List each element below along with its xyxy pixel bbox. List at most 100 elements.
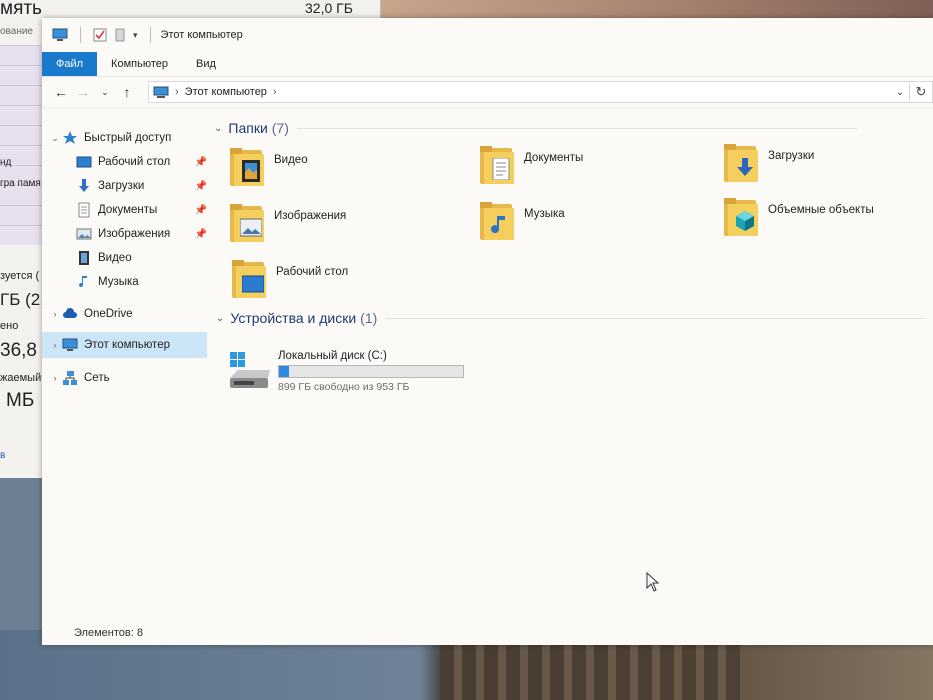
expand-chevron-icon[interactable]: › <box>48 309 62 319</box>
status-bar-item-count: Элементов: 8 <box>74 627 143 639</box>
refresh-button[interactable]: ↻ <box>910 81 933 103</box>
folder-name: Загрузки <box>768 150 815 162</box>
recent-locations-chevron-icon[interactable]: ⌄ <box>94 87 116 98</box>
downloads-icon <box>724 144 760 184</box>
sidebar-item-label: Сеть <box>84 372 110 384</box>
download-arrow-icon <box>79 179 89 192</box>
sidebar-item-documents[interactable]: Документы 📌 <box>42 198 207 222</box>
document-icon <box>78 202 90 218</box>
group-title: Папки <box>228 120 268 136</box>
sidebar-item-label: Рабочий стол <box>98 156 171 168</box>
sidebar-item-music[interactable]: Музыка <box>42 270 207 294</box>
taskmgr-text: МБ <box>6 390 35 411</box>
folder-item[interactable]: Документы <box>480 146 583 186</box>
forward-arrow-icon[interactable]: → <box>72 84 94 100</box>
breadcrumb[interactable]: Этот компьютер <box>185 86 267 98</box>
sidebar-item-downloads[interactable]: Загрузки 📌 <box>42 174 207 198</box>
folder-name: Видео <box>274 154 308 166</box>
ribbon-tabs: Файл Компьютер Вид <box>42 52 933 77</box>
expand-chevron-icon[interactable]: › <box>48 340 62 350</box>
sidebar-item-onedrive[interactable]: › OneDrive <box>42 302 207 326</box>
sidebar-item-desktop[interactable]: Рабочий стол 📌 <box>42 150 207 174</box>
taskmgr-text: жаемый <box>0 372 42 384</box>
folder-item[interactable]: Рабочий стол <box>232 260 348 300</box>
address-dropdown-icon[interactable]: ⌄ <box>891 87 909 98</box>
group-title: Устройства и диски <box>230 310 357 326</box>
taskmgr-text: ено <box>0 320 19 332</box>
group-divider <box>296 127 857 129</box>
collapse-chevron-icon[interactable]: ⌄ <box>216 313 224 324</box>
sidebar-item-label: OneDrive <box>84 308 133 320</box>
folder-item[interactable]: Видео <box>230 148 308 188</box>
navigation-bar: ← → ⌄ ↑ › Этот компьютер › ⌄ ↻ <box>42 77 933 108</box>
devices-group-header[interactable]: ⌄ Устройства и диски (1) <box>216 310 933 326</box>
sidebar-item-label: Видео <box>98 252 132 264</box>
folder-item[interactable]: Загрузки <box>724 144 814 184</box>
up-arrow-icon[interactable]: ↑ <box>116 84 138 100</box>
window-title: Этот компьютер <box>160 29 243 41</box>
new-folder-icon[interactable] <box>115 28 125 42</box>
music-note-icon <box>79 276 87 288</box>
breadcrumb-chevron-icon[interactable]: › <box>175 86 179 98</box>
folder-name: Изображения <box>274 210 347 222</box>
pin-icon[interactable]: 📌 <box>195 157 207 168</box>
file-explorer-window[interactable]: ▾ Этот компьютер Файл Компьютер Вид ← → … <box>42 18 933 645</box>
pictures-icon <box>230 204 266 244</box>
address-bar[interactable]: › Этот компьютер › ⌄ <box>148 81 910 103</box>
group-count: (1) <box>360 310 378 326</box>
sidebar-item-video[interactable]: Видео <box>42 246 207 270</box>
pin-icon[interactable]: 📌 <box>195 181 207 192</box>
folder-item[interactable]: Объемные объекты <box>724 198 874 238</box>
title-bar: ▾ Этот компьютер <box>42 18 933 52</box>
sidebar-item-label: Быстрый доступ <box>84 132 172 144</box>
folder-name: Музыка <box>524 208 565 220</box>
network-icon <box>63 371 77 385</box>
video-icon <box>230 148 266 188</box>
pin-icon[interactable]: 📌 <box>195 205 207 216</box>
properties-icon[interactable] <box>93 28 107 42</box>
desktop-icon <box>232 260 268 300</box>
folder-name: Документы <box>524 152 584 164</box>
drive-item[interactable]: Локальный диск (C:) 899 ГБ свободно из 9… <box>228 350 464 393</box>
folder-item[interactable]: Изображения <box>230 204 346 244</box>
sidebar-item-quick-access[interactable]: ⌄ Быстрый доступ <box>42 126 207 150</box>
sidebar-item-label: Изображения <box>98 228 171 240</box>
tab-computer[interactable]: Компьютер <box>97 52 182 76</box>
taskmgr-total-memory: 32,0 ГБ <box>305 0 353 16</box>
taskmgr-text: нд <box>0 157 12 168</box>
tab-file[interactable]: Файл <box>42 52 98 76</box>
navigation-pane: ⌄ Быстрый доступ Рабочий стол 📌 Загрузки… <box>42 126 207 606</box>
sidebar-item-label: Документы <box>98 204 158 216</box>
pin-icon[interactable]: 📌 <box>195 229 207 240</box>
taskmgr-text: гра памя <box>0 178 41 189</box>
computer-icon <box>153 86 169 98</box>
documents-icon <box>480 146 516 186</box>
drive-usage-fill <box>279 366 290 377</box>
customize-toolbar-icon[interactable]: ▾ <box>133 30 138 41</box>
picture-icon <box>76 228 92 240</box>
mouse-cursor-icon <box>646 572 660 592</box>
folder-name: Объемные объекты <box>768 204 874 216</box>
film-icon <box>79 251 89 265</box>
expand-chevron-icon[interactable]: ⌄ <box>48 133 62 144</box>
drive-name: Локальный диск (C:) <box>278 350 387 362</box>
sidebar-item-network[interactable]: › Сеть <box>42 366 207 390</box>
sidebar-item-label: Загрузки <box>98 180 145 192</box>
back-arrow-icon[interactable]: ← <box>50 84 72 100</box>
expand-chevron-icon[interactable]: › <box>48 373 62 383</box>
breadcrumb-chevron-icon[interactable]: › <box>273 86 277 98</box>
memory-graph <box>0 45 43 245</box>
folder-item[interactable]: Музыка <box>480 202 565 242</box>
drive-usage-bar <box>278 365 464 378</box>
sidebar-item-pictures[interactable]: Изображения 📌 <box>42 222 207 246</box>
folders-group-header[interactable]: ⌄ Папки (7) <box>214 120 914 136</box>
refresh-icon: ↻ <box>915 84 927 99</box>
taskmgr-link[interactable]: в <box>0 450 5 461</box>
sidebar-item-label: Этот компьютер <box>84 339 170 351</box>
toolbar-divider <box>149 27 151 43</box>
collapse-chevron-icon[interactable]: ⌄ <box>214 123 222 134</box>
taskmgr-heading: мять <box>0 0 42 19</box>
tab-view[interactable]: Вид <box>182 52 230 76</box>
3d-objects-icon <box>724 198 760 238</box>
sidebar-item-this-pc[interactable]: › Этот компьютер <box>42 332 207 358</box>
